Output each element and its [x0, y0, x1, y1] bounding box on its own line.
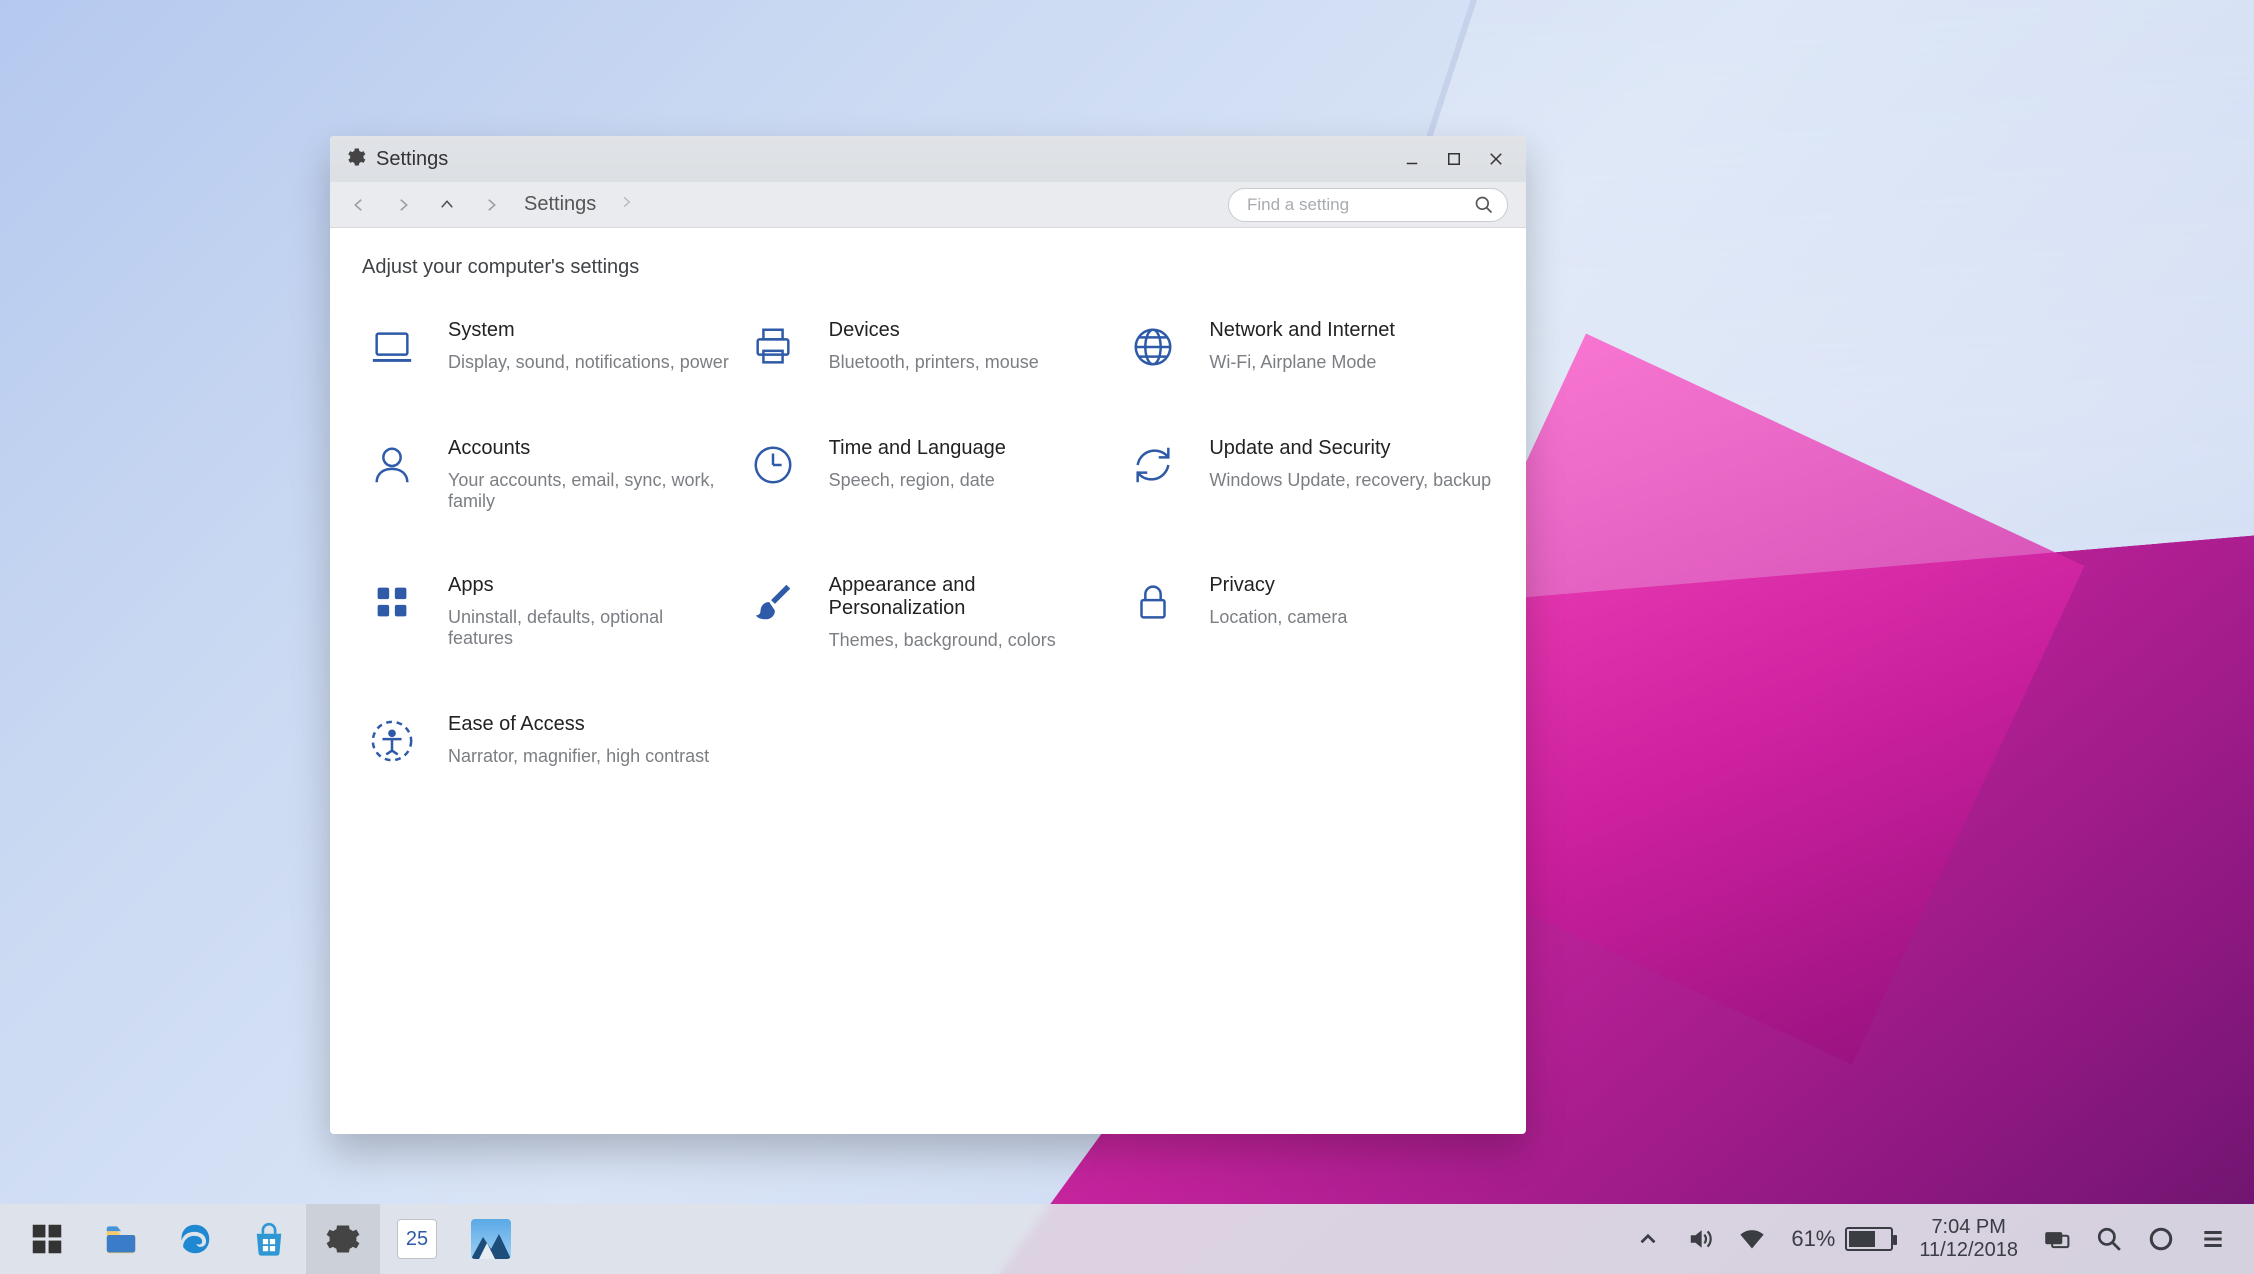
category-title: Appearance and Personalization [829, 574, 1112, 620]
settings-body: Adjust your computer's settings System D… [330, 228, 1526, 1134]
brush-icon [745, 574, 801, 630]
category-title: Apps [448, 574, 731, 597]
tray-overflow-button[interactable] [1635, 1226, 1661, 1252]
taskbar-edge[interactable] [158, 1204, 232, 1274]
page-subtitle: Adjust your computer's settings [362, 256, 1494, 279]
category-accounts[interactable]: Accounts Your accounts, email, sync, wor… [362, 433, 733, 516]
window-titlebar[interactable]: Settings [330, 136, 1526, 182]
category-title: Network and Internet [1209, 319, 1395, 342]
person-icon [364, 437, 420, 493]
clock-date: 11/12/2018 [1919, 1239, 2018, 1262]
category-apps[interactable]: Apps Uninstall, defaults, optional featu… [362, 570, 733, 655]
category-desc: Your accounts, email, sync, work, family [448, 470, 731, 512]
breadcrumb-settings[interactable]: Settings [524, 193, 596, 216]
window-title: Settings [376, 148, 448, 171]
window-controls [1398, 145, 1516, 173]
category-grid: System Display, sound, notifications, po… [362, 315, 1494, 773]
taskbar-clock[interactable]: 7:04 PM 11/12/2018 [1919, 1216, 2018, 1262]
category-desc: Bluetooth, printers, mouse [829, 352, 1039, 373]
category-title: Privacy [1209, 574, 1347, 597]
mountain-icon [471, 1219, 511, 1259]
category-devices[interactable]: Devices Bluetooth, printers, mouse [743, 315, 1114, 379]
calendar-icon: 25 [397, 1219, 437, 1259]
category-title: Accounts [448, 437, 731, 460]
battery-status[interactable]: 61% [1791, 1226, 1893, 1252]
laptop-icon [364, 319, 420, 375]
category-time[interactable]: Time and Language Speech, region, date [743, 433, 1114, 516]
wifi-icon[interactable] [1739, 1226, 1765, 1252]
minimize-button[interactable] [1398, 145, 1426, 173]
back-button[interactable] [348, 194, 370, 216]
gear-icon [344, 146, 366, 173]
clock-icon [745, 437, 801, 493]
lock-icon [1125, 574, 1181, 630]
category-appearance[interactable]: Appearance and Personalization Themes, b… [743, 570, 1114, 655]
taskbar-store[interactable] [232, 1204, 306, 1274]
category-system[interactable]: System Display, sound, notifications, po… [362, 315, 733, 379]
taskbar-search-button[interactable] [2096, 1226, 2122, 1252]
taskbar-pinned-app[interactable] [454, 1204, 528, 1274]
clock-time: 7:04 PM [1931, 1216, 2005, 1239]
maximize-button[interactable] [1440, 145, 1468, 173]
up-button[interactable] [436, 194, 458, 216]
category-desc: Display, sound, notifications, power [448, 352, 729, 373]
taskbar-settings[interactable] [306, 1204, 380, 1274]
category-desc: Uninstall, defaults, optional features [448, 607, 731, 649]
start-button[interactable] [10, 1204, 84, 1274]
category-title: Update and Security [1209, 437, 1491, 460]
category-desc: Themes, background, colors [829, 630, 1112, 651]
accessibility-icon [364, 713, 420, 769]
chevron-right-icon [618, 193, 634, 216]
category-title: Devices [829, 319, 1039, 342]
volume-icon[interactable] [1687, 1226, 1713, 1252]
category-desc: Wi-Fi, Airplane Mode [1209, 352, 1395, 373]
search-icon[interactable] [1474, 195, 1494, 215]
search-input[interactable] [1228, 188, 1508, 222]
calendar-day: 25 [406, 1228, 428, 1251]
category-privacy[interactable]: Privacy Location, camera [1123, 570, 1494, 655]
battery-percent: 61% [1791, 1226, 1835, 1252]
taskbar-calendar[interactable]: 25 [380, 1204, 454, 1274]
category-desc: Windows Update, recovery, backup [1209, 470, 1491, 491]
globe-icon [1125, 319, 1181, 375]
search-box [1228, 188, 1508, 222]
category-network[interactable]: Network and Internet Wi-Fi, Airplane Mod… [1123, 315, 1494, 379]
battery-icon [1845, 1227, 1893, 1251]
taskbar: 25 61% 7:04 PM [0, 1204, 2254, 1274]
taskbar-file-explorer[interactable] [84, 1204, 158, 1274]
chevron-right-icon [480, 194, 502, 216]
cortana-button[interactable] [2148, 1226, 2174, 1252]
printer-icon [745, 319, 801, 375]
sync-icon [1125, 437, 1181, 493]
task-view-button[interactable] [2044, 1226, 2070, 1252]
close-button[interactable] [1482, 145, 1510, 173]
category-ease-of-access[interactable]: Ease of Access Narrator, magnifier, high… [362, 709, 733, 773]
apps-grid-icon [364, 574, 420, 630]
category-desc: Location, camera [1209, 607, 1347, 628]
settings-window: Settings Settings [330, 136, 1526, 1134]
category-title: Time and Language [829, 437, 1006, 460]
category-title: System [448, 319, 729, 342]
category-desc: Speech, region, date [829, 470, 1006, 491]
category-desc: Narrator, magnifier, high contrast [448, 746, 709, 767]
window-toolbar: Settings [330, 182, 1526, 228]
hamburger-menu-button[interactable] [2200, 1226, 2226, 1252]
forward-button[interactable] [392, 194, 414, 216]
category-update[interactable]: Update and Security Windows Update, reco… [1123, 433, 1494, 516]
category-title: Ease of Access [448, 713, 709, 736]
desktop: Settings Settings [0, 0, 2254, 1274]
